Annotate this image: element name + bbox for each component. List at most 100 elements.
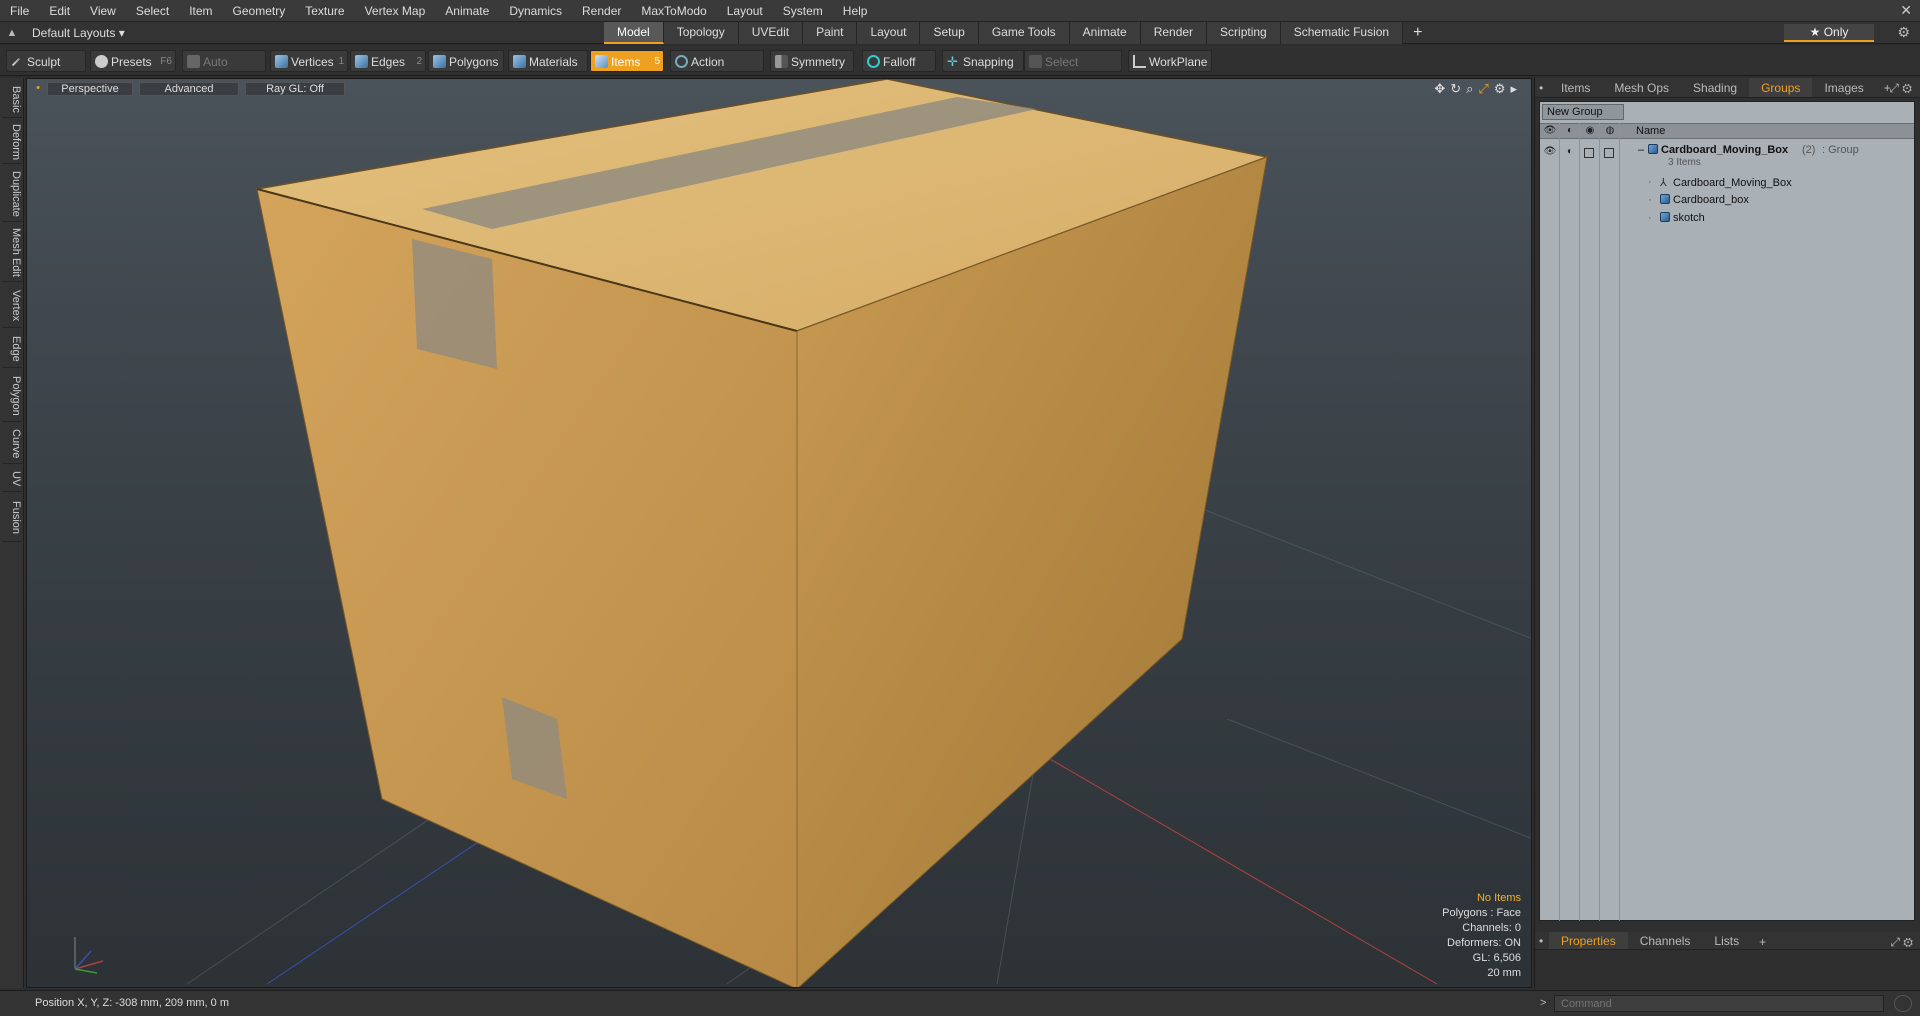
fit-view-icon[interactable]: ⤢ bbox=[1478, 81, 1488, 97]
menu-dynamics[interactable]: Dynamics bbox=[499, 0, 572, 22]
layout-dropdown[interactable]: Default Layouts ▾ bbox=[24, 26, 133, 40]
properties-dot-icon[interactable]: • bbox=[1535, 932, 1549, 949]
menu-edit[interactable]: Edit bbox=[39, 0, 80, 22]
rotate-view-icon[interactable]: ↻ bbox=[1450, 81, 1461, 97]
command-arrow-icon[interactable]: > bbox=[1540, 997, 1546, 1009]
tab-model[interactable]: Model bbox=[604, 22, 664, 44]
tab-items[interactable]: Items bbox=[1549, 78, 1602, 97]
materials-button[interactable]: Materials bbox=[508, 50, 588, 72]
tab-vertex[interactable]: Vertex bbox=[2, 284, 22, 328]
menu-maxtomodo[interactable]: MaxToModo bbox=[631, 0, 716, 22]
auto-select-button[interactable]: Auto Select bbox=[182, 50, 266, 91]
tab-topology[interactable]: Topology bbox=[663, 22, 739, 44]
new-group-button[interactable]: New Group bbox=[1542, 104, 1624, 120]
close-icon[interactable]: ✕ bbox=[1900, 2, 1912, 19]
tab-schematic-fusion[interactable]: Schematic Fusion bbox=[1280, 22, 1404, 44]
tab-uv[interactable]: UV bbox=[2, 466, 22, 492]
tab-mesh-edit[interactable]: Mesh Edit bbox=[2, 224, 22, 282]
tab-game-tools[interactable]: Game Tools bbox=[978, 22, 1070, 44]
tab-polygon[interactable]: Polygon bbox=[2, 370, 22, 422]
tab-setup[interactable]: Setup bbox=[920, 22, 979, 44]
tab-images[interactable]: Images bbox=[1812, 78, 1875, 97]
list-item[interactable]: · skotch bbox=[1540, 210, 1914, 228]
move-view-icon[interactable]: ✥ bbox=[1434, 81, 1445, 97]
menu-help[interactable]: Help bbox=[833, 0, 878, 22]
tab-basic[interactable]: Basic bbox=[2, 82, 22, 118]
expand-icon[interactable]: · bbox=[1648, 176, 1652, 188]
menu-layout[interactable]: Layout bbox=[717, 0, 773, 22]
select-through-button[interactable]: Select Through bbox=[1024, 50, 1122, 91]
add-properties-tab-icon[interactable]: + bbox=[1751, 932, 1774, 949]
menu-render[interactable]: Render bbox=[572, 0, 631, 22]
gear-icon[interactable]: ⚙ bbox=[1897, 24, 1910, 41]
vertices-button[interactable]: Vertices 1 bbox=[270, 50, 348, 72]
expand-icon[interactable]: · bbox=[1648, 212, 1652, 224]
lock-column-icon[interactable]: ◉ bbox=[1582, 125, 1598, 139]
items-button[interactable]: Items 5 bbox=[590, 50, 664, 72]
properties-gear-icon[interactable]: ⚙ bbox=[1903, 935, 1913, 949]
tab-channels[interactable]: Channels bbox=[1628, 932, 1703, 949]
sculpt-button[interactable]: Sculpt bbox=[6, 50, 86, 72]
expand-panel-icon[interactable]: ⤢ bbox=[1889, 81, 1899, 95]
tab-lists[interactable]: Lists bbox=[1702, 932, 1751, 949]
viewport-menu-arrow-icon[interactable]: ▸ bbox=[1510, 81, 1517, 97]
select-checkbox[interactable] bbox=[1604, 148, 1614, 158]
viewport-dot-icon[interactable]: • bbox=[33, 82, 43, 96]
zoom-view-icon[interactable]: ⌕ bbox=[1466, 81, 1473, 97]
visibility-column-icon[interactable]: 👁 bbox=[1542, 125, 1558, 139]
view-mode-button[interactable]: Perspective bbox=[47, 82, 133, 96]
workplane-button[interactable]: WorkPlane bbox=[1128, 50, 1212, 72]
tab-render[interactable]: Render bbox=[1140, 22, 1208, 44]
tab-uvedit[interactable]: UVEdit bbox=[738, 22, 804, 44]
render-toggle-icon[interactable]: ◐ bbox=[1562, 146, 1578, 160]
shading-mode-button[interactable]: Advanced bbox=[139, 82, 239, 96]
snapping-button[interactable]: ✛ Snapping bbox=[942, 50, 1024, 72]
tab-animate[interactable]: Animate bbox=[1069, 22, 1141, 44]
name-column[interactable]: Name bbox=[1636, 125, 1665, 137]
collapse-icon[interactable]: – bbox=[1638, 144, 1644, 156]
list-item[interactable]: · ⅄ Cardboard_Moving_Box bbox=[1540, 174, 1914, 192]
menu-vertex-map[interactable]: Vertex Map bbox=[355, 0, 436, 22]
tab-fusion[interactable]: Fusion bbox=[2, 494, 22, 542]
menu-geometry[interactable]: Geometry bbox=[223, 0, 296, 22]
command-input[interactable] bbox=[1554, 995, 1884, 1012]
menu-system[interactable]: System bbox=[773, 0, 833, 22]
panel-gear-icon[interactable]: ⚙ bbox=[1902, 81, 1912, 95]
viewport-gear-icon[interactable]: ⚙ bbox=[1494, 81, 1506, 97]
symmetry-button[interactable]: Symmetry bbox=[770, 50, 854, 72]
expand-properties-icon[interactable]: ⤢ bbox=[1890, 935, 1900, 949]
action-center-button[interactable]: Action Center bbox=[670, 50, 764, 91]
tab-duplicate[interactable]: Duplicate bbox=[2, 166, 22, 222]
menu-select[interactable]: Select bbox=[126, 0, 179, 22]
command-history-button[interactable] bbox=[1894, 995, 1912, 1012]
tab-paint[interactable]: Paint bbox=[803, 22, 858, 44]
menu-item[interactable]: Item bbox=[179, 0, 222, 22]
tab-mesh-ops[interactable]: Mesh Ops bbox=[1602, 78, 1681, 97]
menu-view[interactable]: View bbox=[80, 0, 126, 22]
menu-texture[interactable]: Texture bbox=[295, 0, 354, 22]
expand-icon[interactable]: · bbox=[1648, 194, 1652, 206]
menu-animate[interactable]: Animate bbox=[435, 0, 499, 22]
3d-viewport[interactable]: • Perspective Advanced Ray GL: Off ✥ ↻ ⌕… bbox=[26, 78, 1532, 988]
tab-layout[interactable]: Layout bbox=[857, 22, 921, 44]
polygons-button[interactable]: Polygons bbox=[428, 50, 504, 72]
tab-groups[interactable]: Groups bbox=[1749, 78, 1813, 97]
select-column-icon[interactable]: ◍ bbox=[1602, 125, 1618, 139]
tab-scripting[interactable]: Scripting bbox=[1207, 22, 1281, 44]
tab-edge[interactable]: Edge bbox=[2, 330, 22, 368]
menu-file[interactable]: File bbox=[0, 0, 39, 22]
tab-properties[interactable]: Properties bbox=[1549, 932, 1628, 949]
raygl-button[interactable]: Ray GL: Off bbox=[245, 82, 345, 96]
group-row[interactable]: 👁 ◐ – Cardboard_Moving_Box (2) : Group 3… bbox=[1540, 142, 1914, 172]
presets-button[interactable]: Presets F6 bbox=[90, 50, 176, 72]
only-toggle[interactable]: ★ Only bbox=[1784, 24, 1874, 42]
eye-icon[interactable]: 👁 bbox=[1542, 146, 1558, 160]
add-tab-icon[interactable]: + bbox=[1403, 22, 1432, 44]
tab-curve[interactable]: Curve bbox=[2, 424, 22, 464]
edges-button[interactable]: Edges 2 bbox=[350, 50, 426, 72]
render-column-icon[interactable]: ◐ bbox=[1562, 125, 1578, 139]
collapse-arrow-icon[interactable]: ▲ bbox=[0, 27, 24, 39]
panel-dot-icon[interactable]: • bbox=[1535, 78, 1549, 97]
list-item[interactable]: · Cardboard_box bbox=[1540, 192, 1914, 210]
lock-checkbox[interactable] bbox=[1584, 148, 1594, 158]
